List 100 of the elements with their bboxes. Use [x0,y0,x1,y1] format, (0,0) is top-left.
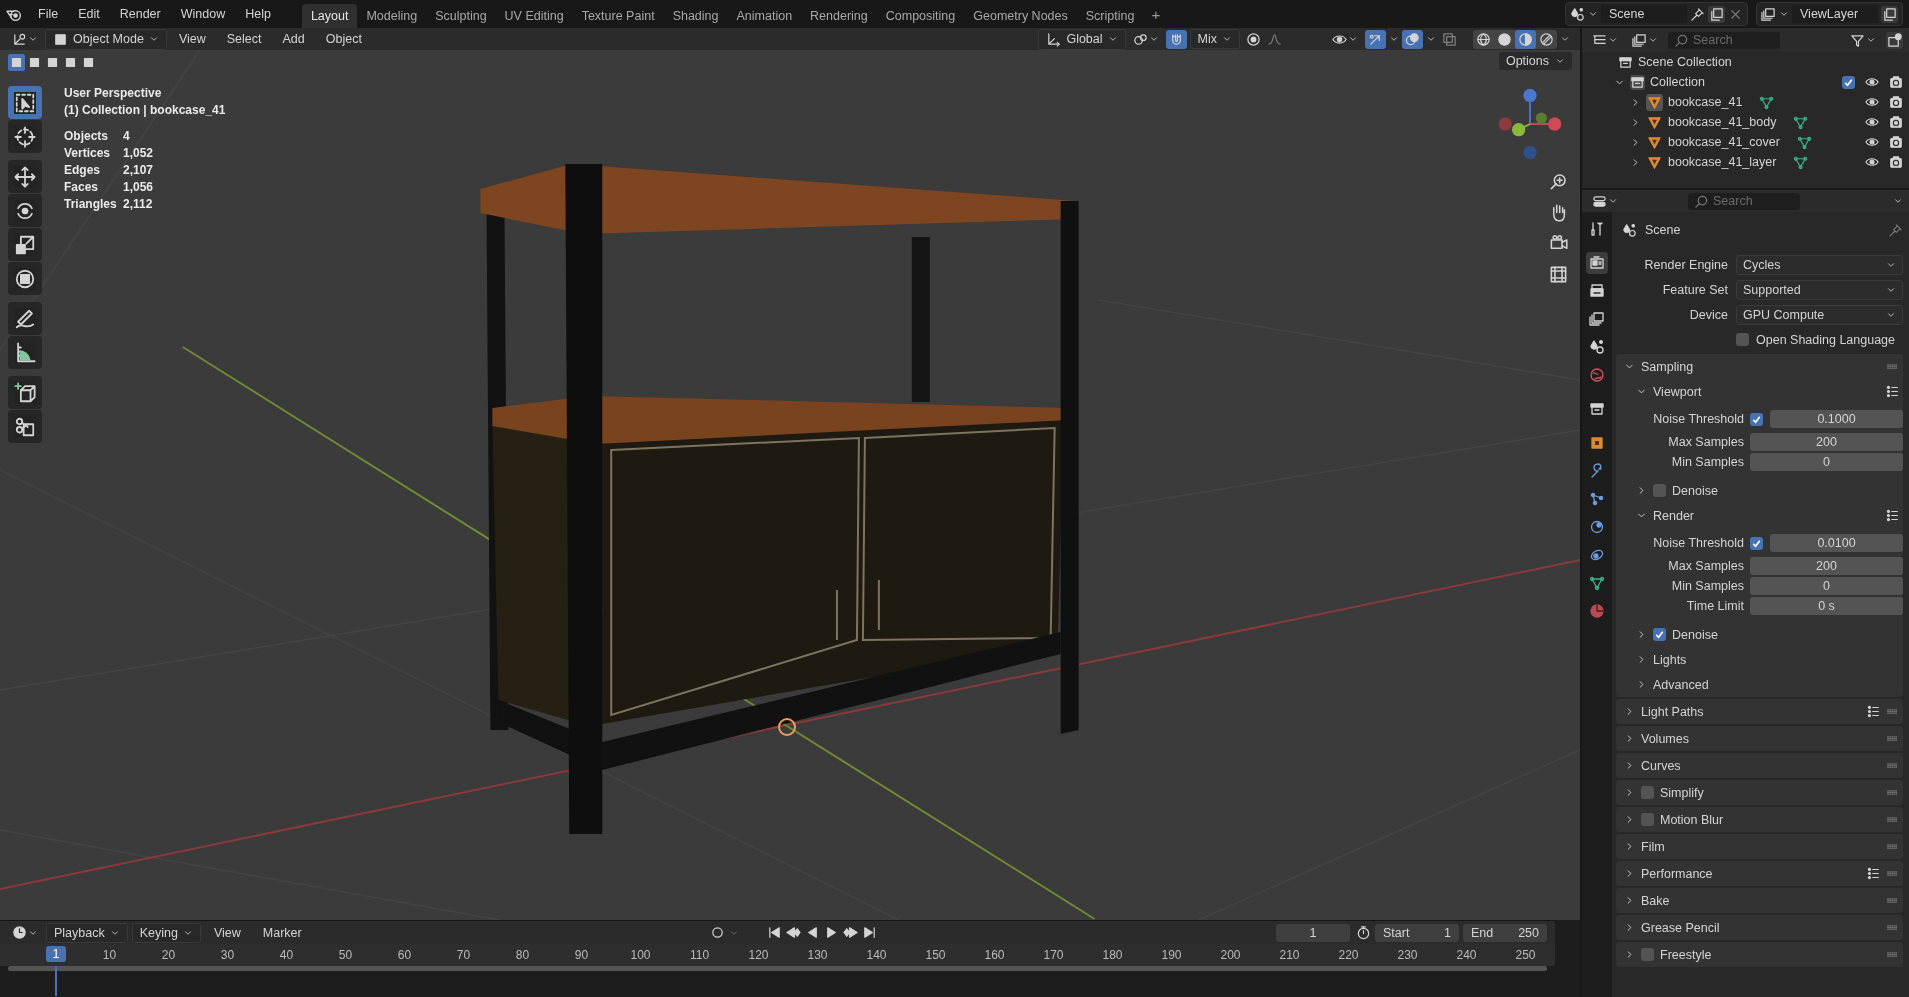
number-field[interactable]: 200 [1750,557,1903,575]
number-field[interactable]: 0 s [1750,597,1903,615]
panel-header[interactable]: Film [1616,834,1903,859]
collapse-icon[interactable] [1624,760,1635,771]
next-keyframe-icon[interactable] [842,925,858,940]
panel-header[interactable]: Simplify [1616,780,1903,805]
panel-header[interactable]: Viewport [1616,379,1903,404]
workspace-tab[interactable]: Modeling [357,3,427,28]
properties-tab[interactable] [1586,252,1608,274]
menu-item[interactable]: View [169,29,215,49]
menu-item[interactable]: Object [316,29,371,49]
workspace-tab[interactable]: UV Editing [495,3,573,28]
tool-button[interactable] [8,120,42,153]
jump-end-icon[interactable] [861,925,877,940]
menu-item[interactable]: Edit [69,4,109,24]
eye-icon[interactable] [1865,75,1879,89]
tool-button[interactable] [8,194,42,227]
end-frame-field[interactable]: End 250 [1463,923,1547,942]
copy-icon[interactable] [1708,5,1725,23]
panel-header[interactable]: Curves [1616,753,1903,778]
menu-item[interactable]: Select [217,29,271,49]
presets-list-icon[interactable] [1886,385,1899,398]
tree-item[interactable]: bookcase_41_cover [1668,135,1780,149]
workspace-tab[interactable]: Rendering [801,3,877,28]
menu-item[interactable]: File [29,4,68,24]
search-input[interactable]: Search [1693,33,1763,47]
tool-button[interactable] [8,160,42,193]
checkbox[interactable] [1736,333,1749,346]
presets-list-icon[interactable] [1867,867,1880,880]
camera-icon[interactable] [1889,115,1903,129]
presets-list-icon[interactable] [1867,705,1880,718]
menu-item[interactable]: Window [171,4,235,24]
workspace-tab[interactable]: Scripting [1076,3,1144,28]
snap-toggle[interactable] [1165,29,1187,49]
menu-item[interactable]: Keying [131,922,201,943]
panel-header[interactable]: Sampling [1616,354,1903,379]
orientation-dropdown[interactable]: Global [1038,28,1126,50]
caret-icon[interactable] [1588,9,1598,19]
search-field[interactable]: Search [1688,192,1800,210]
playhead[interactable]: 1 [46,946,66,962]
panel-header[interactable]: Grease Pencil [1616,915,1903,940]
exclude-checkbox[interactable] [1842,75,1855,89]
new-collection-icon[interactable] [1886,31,1903,49]
view-layer-selector[interactable]: ViewLayer [1756,2,1903,26]
checkbox[interactable] [1641,813,1654,826]
panel-header[interactable]: Volumes [1616,726,1903,751]
shading-button[interactable] [1515,29,1536,49]
tool-button[interactable] [8,262,42,295]
tree-item[interactable]: Scene Collection [1638,55,1732,69]
checkbox[interactable] [1641,786,1654,799]
previous-keyframe-icon[interactable] [785,925,801,940]
menu-item[interactable]: Marker [253,922,311,943]
caret-icon[interactable] [1779,9,1789,19]
workspace-tab[interactable]: Layout [301,3,358,28]
scrollbar[interactable] [8,966,1547,971]
tool-button[interactable] [8,302,42,335]
camera-icon[interactable] [1889,155,1903,169]
panel-header[interactable]: Denoise [1616,478,1903,503]
workspace-tab[interactable]: Compositing [876,3,965,28]
snap-dropdown[interactable]: Mix [1189,29,1240,49]
panel-header[interactable]: Advanced [1616,672,1903,697]
camera-icon[interactable] [1889,135,1903,149]
eye-icon[interactable] [1865,95,1879,109]
checkbox[interactable] [1653,484,1666,497]
eye-icon[interactable] [1865,155,1879,169]
zoom-icon[interactable] [1549,172,1568,191]
menu-item[interactable]: View [204,922,250,943]
panel-header[interactable]: Bake [1616,888,1903,913]
eye-icon[interactable] [1865,115,1879,129]
eye-icon[interactable] [1865,135,1879,149]
panel-header[interactable]: Motion Blur [1616,807,1903,832]
mode-dropdown[interactable]: Object Mode [45,28,167,50]
caret-icon[interactable] [1426,34,1436,44]
tree-item[interactable]: bookcase_41_layer [1668,155,1777,169]
camera-icon[interactable] [1889,95,1903,109]
panel-header[interactable]: Denoise [1616,622,1903,647]
gizmo-toggle[interactable] [1365,29,1386,49]
number-field[interactable]: 200 [1750,433,1903,451]
menu-item[interactable]: Add [273,29,314,49]
presets-list-icon[interactable] [1886,509,1899,522]
caret-icon[interactable] [1560,34,1570,44]
grid-icon[interactable] [1549,265,1568,284]
dropdown[interactable]: Cycles [1736,254,1903,275]
menu-item[interactable]: Render [110,4,170,24]
mesh-icon[interactable] [1793,114,1809,130]
search-field[interactable]: Search [1668,31,1780,49]
mesh-icon[interactable] [1759,94,1775,110]
view-layer-name[interactable]: ViewLayer [1792,5,1878,23]
start-frame-field[interactable]: Start 1 [1375,923,1459,942]
tool-button[interactable] [8,86,42,119]
tree-item[interactable]: bookcase_41 [1668,95,1743,109]
stopwatch-icon[interactable] [1356,925,1371,940]
panel-header[interactable]: Render [1616,503,1903,528]
checkbox[interactable] [1750,536,1763,550]
checkbox[interactable] [1653,628,1666,641]
workspace-tab[interactable]: Geometry Nodes [964,3,1077,28]
number-field[interactable]: 0.0100 [1770,534,1903,552]
panel-header[interactable]: Light Paths [1616,699,1903,724]
options-dropdown[interactable]: Options [1498,52,1572,70]
workspace-tab[interactable]: Shading [663,3,728,28]
